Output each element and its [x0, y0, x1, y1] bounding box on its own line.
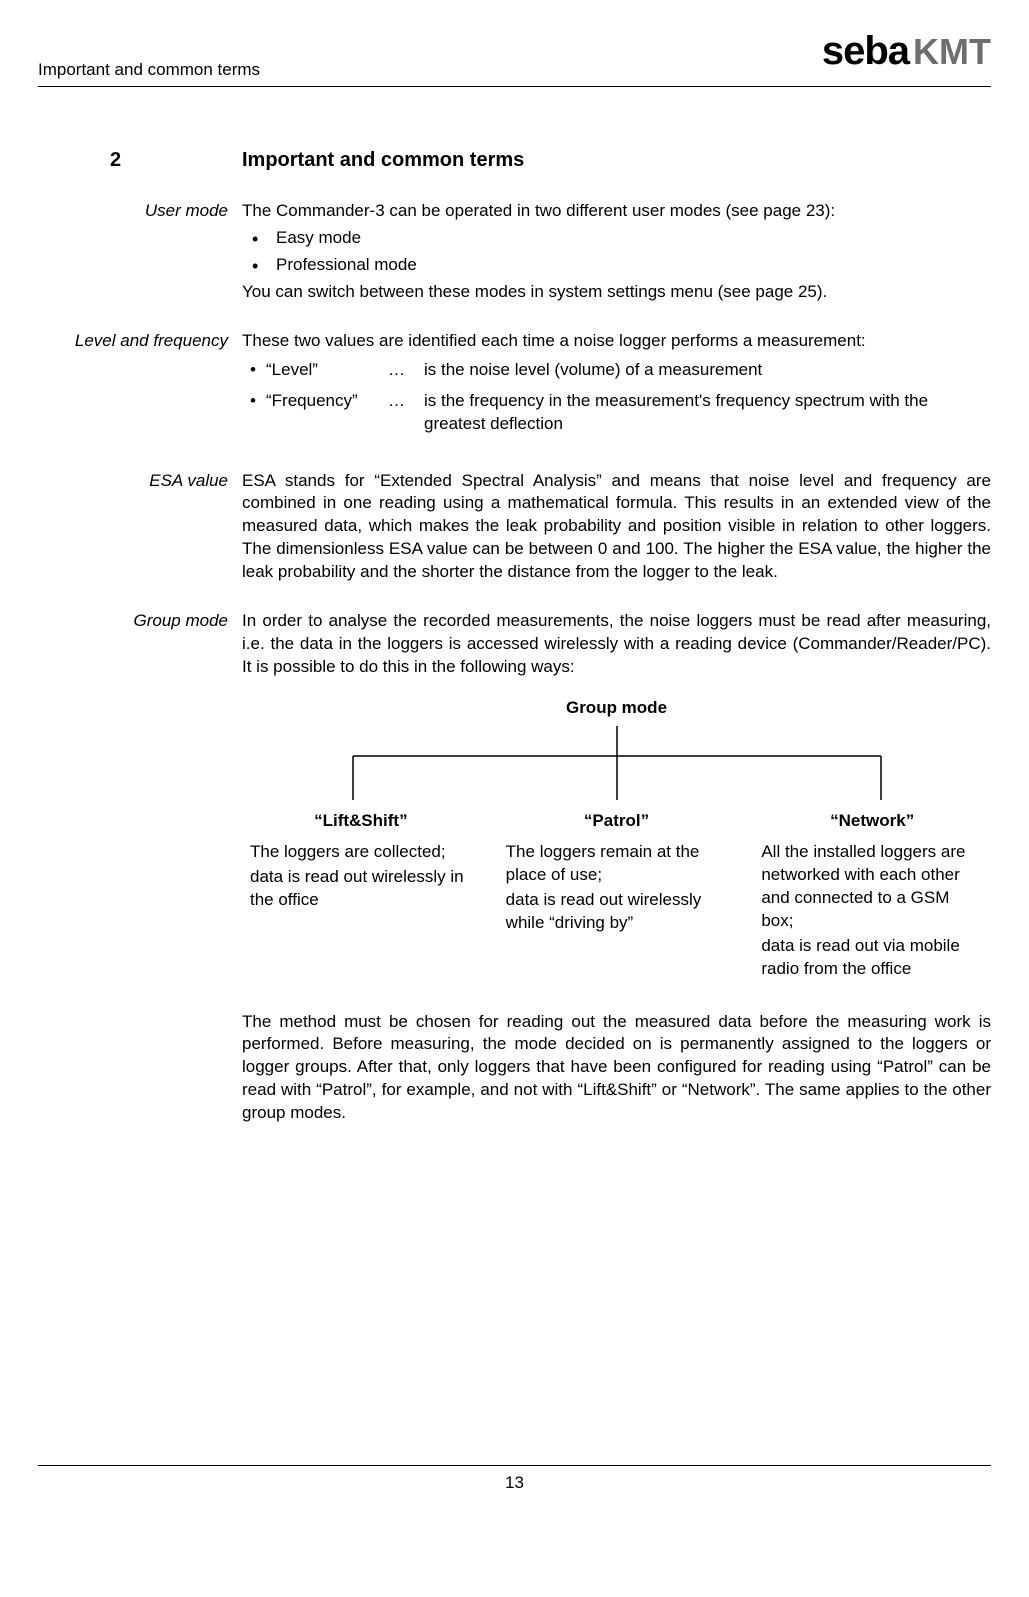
level-freq-intro: These two values are identified each tim… [242, 330, 991, 353]
def-desc: is the noise level (volume) of a measure… [424, 359, 991, 390]
user-mode-outro: You can switch between these modes in sy… [242, 281, 991, 304]
def-term: “Level” [266, 359, 388, 390]
col-lift-shift: “Lift&Shift” The loggers are collected; … [242, 810, 480, 983]
col-body-line: data is read out via mobile radio from t… [761, 935, 983, 981]
def-dots: … [388, 390, 424, 444]
list-item: Professional mode [242, 254, 991, 277]
logo-seba: seba [822, 24, 909, 78]
def-term: “Frequency” [266, 390, 388, 444]
user-mode-row: User mode The Commander-3 can be operate… [38, 200, 991, 304]
group-mode-label: Group mode [38, 610, 242, 1125]
definition-table: • “Level” … is the noise level (volume) … [242, 359, 991, 444]
tree-diagram-icon [257, 726, 977, 804]
page-number: 13 [505, 1473, 524, 1492]
header-title: Important and common terms [38, 59, 260, 82]
esa-row: ESA value ESA stands for “Extended Spect… [38, 470, 991, 585]
section-title: Important and common terms [242, 149, 524, 171]
brand-logo: seba KMT [822, 24, 991, 82]
col-title: “Network” [753, 810, 991, 833]
group-mode-outro: The method must be chosen for reading ou… [242, 1011, 991, 1126]
col-body-line: All the installed loggers are networked … [761, 841, 983, 933]
group-mode-row: Group mode In order to analyse the recor… [38, 610, 991, 1125]
page-footer: 13 [38, 1465, 991, 1495]
section-heading-row: 2 Important and common terms [38, 147, 991, 174]
list-item: Easy mode [242, 227, 991, 250]
col-body-line: The loggers remain at the place of use; [506, 841, 728, 887]
user-mode-label: User mode [38, 200, 242, 304]
group-mode-tree-title: Group mode [242, 697, 991, 720]
level-freq-label: Level and frequency [38, 330, 242, 444]
col-body-line: The loggers are collected; [250, 841, 472, 864]
section-number: 2 [110, 149, 121, 171]
group-mode-intro: In order to analyse the recorded measure… [242, 610, 991, 679]
col-title: “Patrol” [498, 810, 736, 833]
col-body-line: data is read out wirelessly while “drivi… [506, 889, 728, 935]
col-patrol: “Patrol” The loggers remain at the place… [498, 810, 736, 983]
col-network: “Network” All the installed loggers are … [753, 810, 991, 983]
col-body-line: data is read out wirelessly in the offic… [250, 866, 472, 912]
def-dots: … [388, 359, 424, 390]
esa-label: ESA value [38, 470, 242, 585]
col-title: “Lift&Shift” [242, 810, 480, 833]
def-desc: is the frequency in the measurement's fr… [424, 390, 991, 444]
level-freq-row: Level and frequency These two values are… [38, 330, 991, 444]
user-mode-list: Easy mode Professional mode [242, 227, 991, 277]
esa-text: ESA stands for “Extended Spectral Analys… [242, 470, 991, 585]
group-mode-columns: “Lift&Shift” The loggers are collected; … [242, 810, 991, 983]
logo-kmt: KMT [913, 28, 991, 77]
user-mode-intro: The Commander-3 can be operated in two d… [242, 200, 991, 223]
page-header: Important and common terms seba KMT [38, 24, 991, 87]
